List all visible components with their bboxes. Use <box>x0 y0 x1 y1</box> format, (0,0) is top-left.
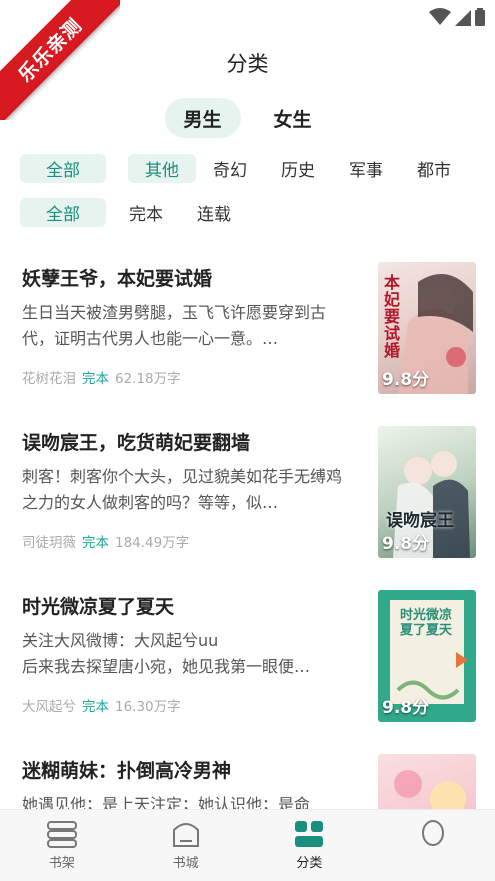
nav-profile[interactable] <box>371 810 495 881</box>
book-score: 9.8分 <box>382 370 430 390</box>
status-filter-row: 全部 完本 连载 <box>20 198 248 227</box>
filter-category-history[interactable]: 历史 <box>264 154 332 183</box>
book-title: 迷糊萌妹：扑倒高冷男神 <box>22 760 232 782</box>
book-meta: 花树花泪 完本 62.18万字 <box>22 367 181 387</box>
bookshelf-icon <box>46 821 77 848</box>
book-word-count: 62.18万字 <box>115 371 181 387</box>
book-author: 花树花泪 <box>22 371 76 387</box>
book-description: 刺客！刺客你个大头，见过貌美如花手无缚鸡之力的女人做刺客的吗？等等，似… <box>22 467 343 512</box>
book-description: 关注大风微博：大风起兮uu 后来我去探望唐小宛，她见我第一眼便… <box>22 631 311 676</box>
status-icons <box>429 8 485 26</box>
cover-title: 误吻宸王 <box>386 511 454 531</box>
book-cover: 本妃要试婚 9.8分 <box>378 262 476 394</box>
bottom-nav: 书架 书城 分类 <box>0 809 495 881</box>
tab-female[interactable]: 女生 <box>255 98 331 138</box>
nav-label: 书架 <box>48 856 75 871</box>
book-author: 司徒玥薇 <box>22 535 76 551</box>
book-score: 9.8分 <box>382 698 430 718</box>
gender-tabs: 男生 女生 <box>0 98 495 138</box>
category-grid-icon <box>295 821 324 847</box>
book-meta: 大风起兮 完本 16.30万字 <box>22 695 181 715</box>
filter-status-all[interactable]: 全部 <box>20 198 106 227</box>
nav-bookstore[interactable]: 书城 <box>124 810 248 881</box>
book-cover: 误吻宸王 9.8分 <box>378 426 476 558</box>
signal-icon <box>455 10 471 26</box>
filter-category-military[interactable]: 军事 <box>332 154 400 183</box>
category-filter-row: 全部 其他 奇幻 历史 军事 都市 <box>20 154 468 183</box>
book-word-count: 16.30万字 <box>115 699 181 715</box>
page-title: 分类 <box>226 52 269 76</box>
book-cover: 时光微凉夏了夏天 9.8分 <box>378 590 476 722</box>
wifi-icon <box>429 8 451 25</box>
book-title: 妖孽王爷，本妃要试婚 <box>22 268 213 290</box>
book-title: 时光微凉夏了夏天 <box>22 596 175 618</box>
book-item[interactable]: 误吻宸王，吃货萌妃要翻墙 刺客！刺客你个大头，见过貌美如花手无缚鸡之力的女人做刺… <box>0 414 495 578</box>
filter-category-all[interactable]: 全部 <box>20 154 106 183</box>
nav-label: 分类 <box>296 856 323 871</box>
tab-male[interactable]: 男生 <box>164 98 241 138</box>
book-meta: 司徒玥薇 完本 184.49万字 <box>22 531 189 551</box>
book-description: 生日当天被渣男劈腿，玉飞飞许愿要穿到古代，证明古代男人也能一心一意。… <box>22 303 327 348</box>
filter-category-urban[interactable]: 都市 <box>400 154 468 183</box>
book-score: 9.8分 <box>382 534 430 554</box>
profile-icon <box>422 820 445 846</box>
nav-category[interactable]: 分类 <box>248 810 372 881</box>
cover-title: 本妃要试婚 <box>384 273 401 360</box>
book-status: 完本 <box>82 699 109 715</box>
nav-label: 书城 <box>172 856 199 871</box>
book-status: 完本 <box>82 535 109 551</box>
book-status: 完本 <box>82 371 109 387</box>
nav-bookshelf[interactable]: 书架 <box>0 810 124 881</box>
book-word-count: 184.49万字 <box>115 535 190 551</box>
filter-status-completed[interactable]: 完本 <box>112 198 180 227</box>
filter-status-serializing[interactable]: 连载 <box>180 198 248 227</box>
battery-icon <box>475 8 485 26</box>
filter-category-other[interactable]: 其他 <box>128 154 196 183</box>
bookstore-icon <box>172 823 199 847</box>
book-item[interactable]: 时光微凉夏了夏天 关注大风微博：大风起兮uu 后来我去探望唐小宛，她见我第一眼便… <box>0 578 495 742</box>
book-title: 误吻宸王，吃货萌妃要翻墙 <box>22 432 251 454</box>
book-author: 大风起兮 <box>22 699 76 715</box>
cover-title: 时光微凉夏了夏天 <box>400 608 453 638</box>
filter-category-fantasy[interactable]: 奇幻 <box>196 154 264 183</box>
book-item[interactable]: 妖孽王爷，本妃要试婚 生日当天被渣男劈腿，玉飞飞许愿要穿到古代，证明古代男人也能… <box>0 250 495 414</box>
